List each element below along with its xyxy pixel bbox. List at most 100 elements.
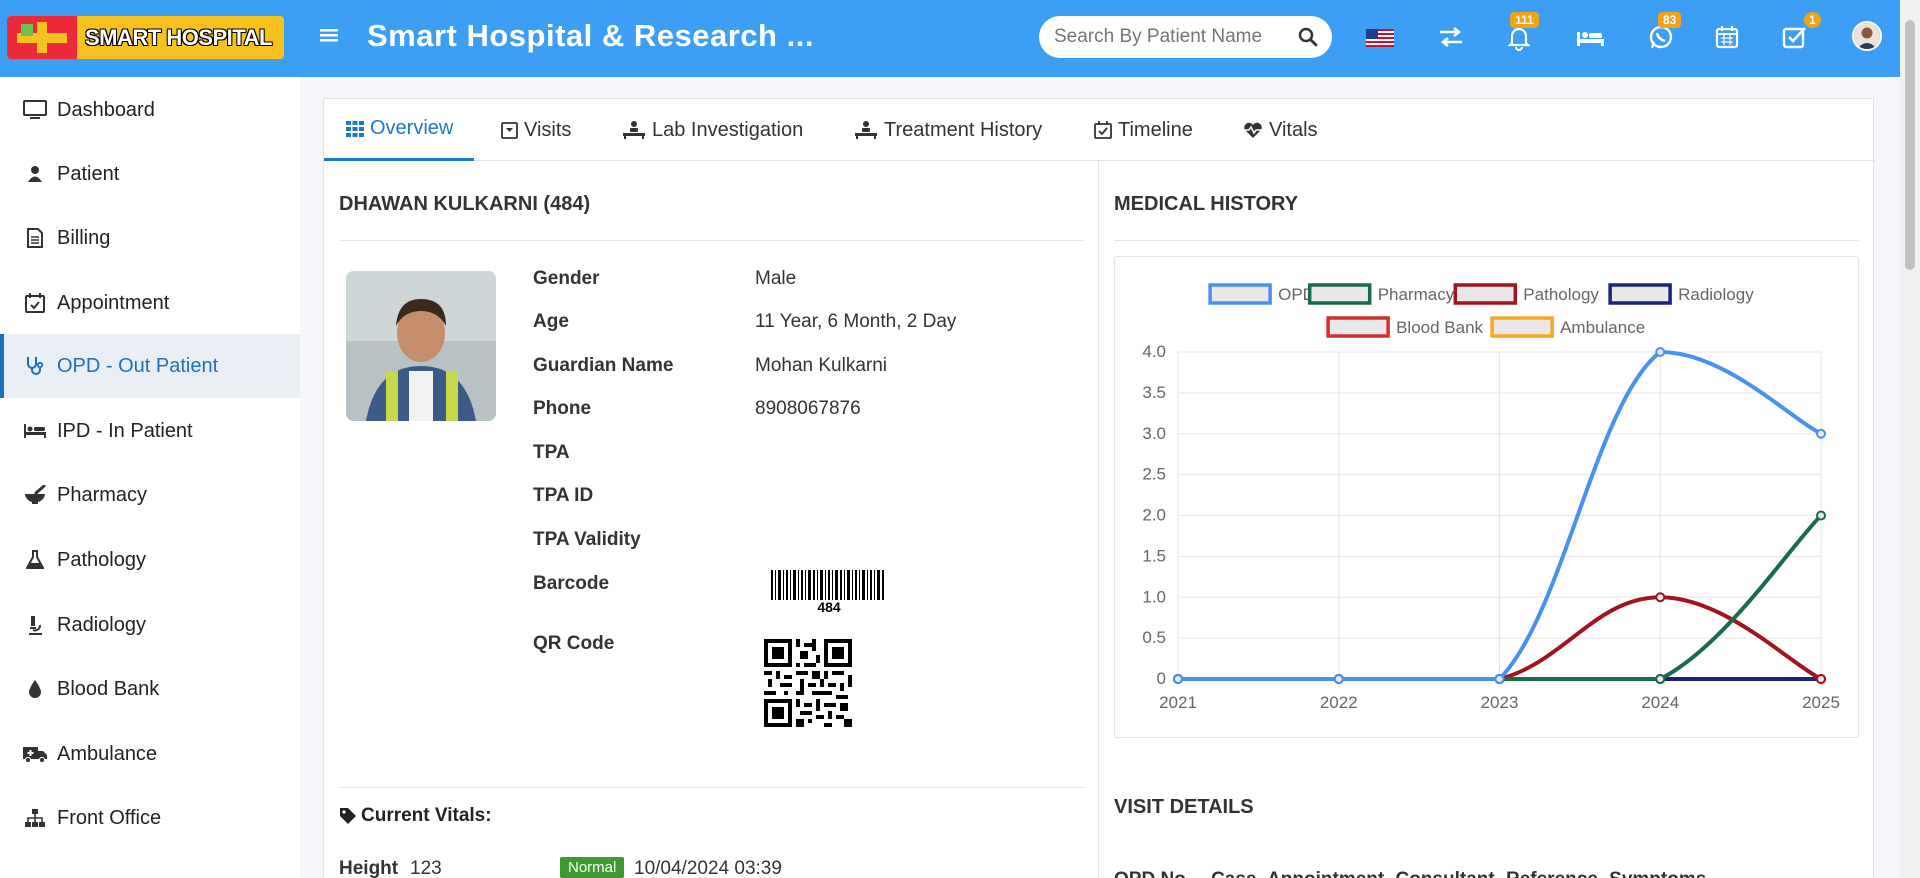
column-header: Symptoms — [1609, 869, 1706, 878]
sidebar-item-billing[interactable]: Billing — [0, 206, 300, 270]
legend-swatch — [1490, 316, 1554, 338]
column-divider — [1098, 161, 1099, 878]
hospital-logo[interactable]: SMART HOSPITAL — [7, 16, 284, 59]
field-label: TPA — [533, 442, 570, 463]
receipt-icon — [22, 226, 48, 250]
sidebar-item-label: Patient — [57, 162, 120, 185]
patient-qr-code — [764, 639, 852, 727]
y-tick-label: 3.5 — [1142, 383, 1166, 402]
whatsapp-count-badge: 83 — [1658, 12, 1682, 28]
field-value-phone: 8908067876 — [755, 398, 861, 419]
field-value-age: 11 Year, 6 Month, 2 Day — [755, 311, 957, 332]
medical-history-chart-svg: 0 0.5 1.0 1.5 2.0 2.5 3.0 3.5 4.0 2021 2022 2023 202… — [1142, 283, 1840, 712]
current-vitals-title: Current Vitals: — [361, 805, 492, 826]
field-label: Guardian Name — [533, 355, 674, 376]
y-tick-label: 2.0 — [1142, 506, 1166, 525]
sidebar-item-ambulance[interactable]: Ambulance — [0, 722, 300, 786]
tab-overview[interactable]: Overview — [324, 99, 474, 161]
field-label: TPA Validity — [533, 529, 641, 550]
patient-barcode: 484 — [769, 570, 889, 615]
page-scrollbar[interactable] — [1900, 0, 1920, 878]
x-tick-label: 2023 — [1481, 693, 1519, 712]
x-tick-label: 2021 — [1159, 693, 1197, 712]
patient-tabs: Overview Visits Lab Investigation Treatm… — [324, 99, 1875, 161]
column-header: OPD No — [1114, 869, 1186, 878]
visit-table-header: OPD No Case Appointment Consultant Refer… — [1114, 869, 1706, 878]
field-value-gender: Male — [755, 268, 797, 289]
tab-lab-investigation[interactable]: Lab Investigation — [622, 99, 803, 161]
vital-value: 123 — [410, 858, 442, 878]
sidebar-item-label: IPD - In Patient — [57, 419, 193, 442]
task-check-icon[interactable] — [1779, 22, 1811, 52]
sidebar-item-label: Appointment — [57, 291, 170, 314]
us-flag-icon[interactable] — [1365, 22, 1397, 52]
tab-label: Visits — [524, 118, 572, 141]
bed-icon[interactable] — [1574, 22, 1606, 52]
data-point — [1333, 674, 1344, 684]
tab-timeline[interactable]: Timeline — [1094, 99, 1193, 161]
legend-swatch — [1307, 283, 1372, 305]
sidebar-item-label: Front Office — [57, 806, 162, 829]
search-icon[interactable] — [1298, 27, 1318, 47]
switch-icon[interactable] — [1436, 22, 1468, 52]
x-tick-label: 2022 — [1320, 693, 1358, 712]
x-tick-label: 2024 — [1641, 693, 1679, 712]
vital-status-badge: Normal — [560, 857, 625, 878]
calendar-icon[interactable] — [1712, 22, 1744, 52]
stethoscope-icon — [22, 354, 48, 378]
tab-vitals[interactable]: Vitals — [1243, 99, 1318, 161]
legend-swatch — [1608, 283, 1672, 305]
y-tick-label: 1.0 — [1142, 587, 1166, 606]
patient-overview-panel: Overview Visits Lab Investigation Treatm… — [323, 98, 1875, 878]
medical-history-chart: 0 0.5 1.0 1.5 2.0 2.5 3.0 3.5 4.0 2021 2022 2023 202… — [1114, 256, 1859, 738]
grid-icon — [346, 120, 364, 137]
sidebar-item-ipd[interactable]: IPD - In Patient — [0, 399, 300, 463]
legend-label: Pharmacy — [1378, 285, 1455, 304]
y-tick-label: 1.5 — [1142, 546, 1166, 565]
tab-label: Overview — [370, 117, 454, 139]
sidebar-item-patient[interactable]: Patient — [0, 142, 300, 206]
sidebar-item-blood-bank[interactable]: Blood Bank — [0, 657, 300, 721]
tab-visits[interactable]: Visits — [501, 99, 571, 161]
sidebar-item-dashboard[interactable]: Dashboard — [0, 78, 300, 142]
legend-swatch — [1453, 283, 1518, 305]
sidebar: Dashboard Patient Billing Appointment OP… — [0, 77, 300, 878]
menu-toggle-icon[interactable] — [318, 24, 342, 50]
heartbeat-icon — [1244, 122, 1262, 138]
calendar-check-icon — [22, 291, 48, 315]
field-value-guardian: Mohan Kulkarni — [755, 355, 888, 376]
column-header: Appointment — [1267, 869, 1384, 878]
sidebar-item-front-office[interactable]: Front Office — [0, 786, 300, 850]
sidebar-item-label: Pathology — [57, 548, 146, 571]
sidebar-item-appointment[interactable]: Appointment — [0, 271, 300, 335]
legend-label: Ambulance — [1560, 318, 1645, 337]
scrollbar-thumb[interactable] — [1905, 20, 1915, 270]
column-header: Case — [1211, 869, 1256, 878]
divider — [1114, 240, 1859, 241]
sidebar-item-opd[interactable]: OPD - Out Patient — [0, 334, 300, 398]
top-header: SMART HOSPITAL Smart Hospital & Research… — [0, 0, 1920, 77]
patient-photo — [346, 271, 496, 421]
legend-label: Pathology — [1523, 285, 1599, 304]
legend-swatch — [1208, 283, 1272, 305]
tag-icon — [340, 808, 356, 824]
sidebar-item-radiology[interactable]: Radiology — [0, 593, 300, 657]
y-tick-label: 0 — [1157, 669, 1166, 688]
sidebar-item-pathology[interactable]: Pathology — [0, 528, 300, 592]
flask-icon — [22, 548, 48, 572]
tab-label: Treatment History — [884, 118, 1043, 141]
calendar-check-icon — [1094, 121, 1112, 139]
sidebar-item-pharmacy[interactable]: Pharmacy — [0, 463, 300, 527]
tab-treatment-history[interactable]: Treatment History — [854, 99, 1042, 161]
field-label: QR Code — [533, 633, 615, 654]
procedures-icon — [855, 121, 877, 139]
monitor-icon — [22, 98, 48, 122]
patient-search-input[interactable] — [1054, 25, 1274, 49]
caret-square-icon — [501, 121, 518, 139]
bed-icon — [22, 419, 48, 443]
tint-icon — [22, 677, 48, 701]
user-avatar[interactable] — [1852, 21, 1882, 51]
sitemap-icon — [22, 806, 48, 830]
sidebar-item-label: Radiology — [57, 613, 146, 636]
vital-date: 10/04/2024 03:39 — [634, 858, 782, 878]
